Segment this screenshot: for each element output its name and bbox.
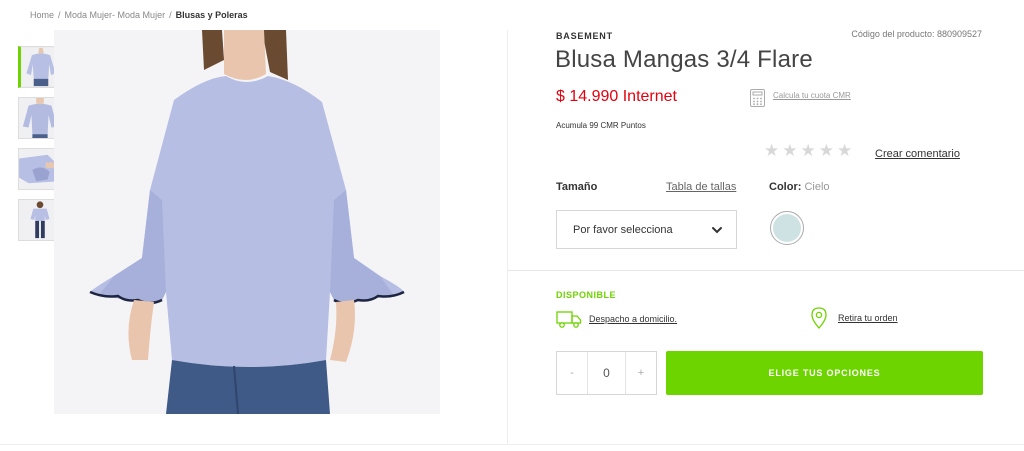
star-icon[interactable]: ★ — [782, 143, 797, 160]
installment-calculator-link[interactable]: Calcula tu cuota CMR — [750, 89, 853, 107]
product-photo — [54, 30, 440, 414]
star-icon[interactable]: ★ — [801, 143, 816, 160]
installment-link-label: Calcula tu cuota CMR — [773, 91, 851, 100]
color-label-key: Color: — [769, 181, 802, 193]
create-review-link[interactable]: Crear comentario — [875, 148, 960, 160]
rating-stars[interactable]: ★ ★ ★ ★ ★ — [764, 143, 852, 160]
product-title: Blusa Mangas 3/4 Flare — [555, 46, 813, 73]
availability-status: DISPONIBLE — [556, 290, 617, 300]
breadcrumb-category[interactable]: Moda Mujer- Moda Mujer — [65, 10, 166, 20]
color-swatch-fill — [773, 214, 801, 242]
chevron-down-icon — [712, 227, 722, 234]
product-price: $ 14.990 Internet — [556, 88, 677, 105]
quantity-input[interactable]: 0 — [587, 352, 626, 394]
star-icon[interactable]: ★ — [819, 143, 834, 160]
calculator-icon — [750, 89, 765, 107]
star-icon[interactable]: ★ — [764, 143, 779, 160]
cmr-points: Acumula 99 CMR Puntos — [556, 121, 646, 130]
size-label: Tamaño — [556, 181, 598, 193]
section-divider — [508, 270, 1024, 271]
quantity-stepper: - 0 + — [556, 351, 657, 395]
size-select[interactable]: Por favor selecciona — [556, 210, 737, 249]
quantity-increase-button[interactable]: + — [626, 352, 656, 394]
column-divider — [507, 30, 508, 445]
home-delivery-label: Despacho a domicilio. — [589, 314, 678, 324]
store-pickup-link[interactable]: Retira tu orden — [810, 307, 898, 329]
product-sku: Código del producto: 880909527 — [851, 29, 982, 39]
size-select-value: Por favor selecciona — [573, 223, 673, 236]
color-label: Color: Cielo — [769, 181, 830, 193]
breadcrumb-separator: / — [58, 10, 61, 20]
product-brand[interactable]: BASEMENT — [556, 31, 613, 41]
breadcrumb-home[interactable]: Home — [30, 10, 54, 20]
star-icon[interactable]: ★ — [837, 143, 852, 160]
product-main-image[interactable] — [54, 30, 440, 414]
breadcrumb-separator: / — [169, 10, 172, 20]
page-divider — [0, 444, 1024, 445]
breadcrumb-current: Blusas y Poleras — [175, 10, 248, 20]
truck-icon — [556, 311, 582, 328]
color-swatch[interactable] — [770, 211, 804, 245]
choose-options-button[interactable]: ELIGE TUS OPCIONES — [666, 351, 983, 395]
location-pin-icon — [811, 307, 827, 329]
color-label-value: Cielo — [804, 181, 830, 193]
size-table-link[interactable]: Tabla de tallas — [666, 181, 736, 193]
home-delivery-link[interactable]: Despacho a domicilio. — [556, 309, 677, 329]
breadcrumb: Home / Moda Mujer- Moda Mujer / Blusas y Pol… — [30, 10, 248, 20]
store-pickup-label: Retira tu orden — [838, 313, 898, 323]
quantity-decrease-button[interactable]: - — [557, 352, 587, 394]
